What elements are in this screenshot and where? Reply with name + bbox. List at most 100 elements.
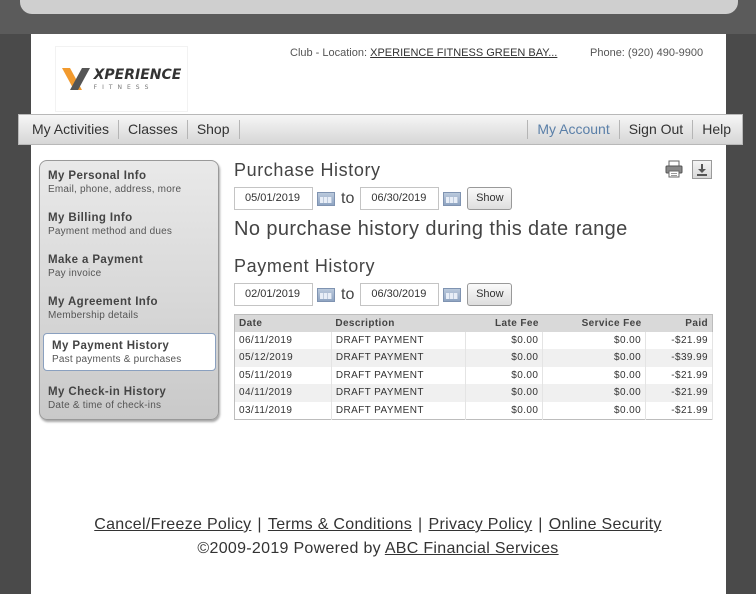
- column-header-late-fee: Late Fee: [465, 314, 543, 332]
- no-purchase-history-message: No purchase history during this date ran…: [234, 218, 628, 240]
- column-header-paid: Paid: [645, 314, 713, 332]
- column-header-description: Description: [331, 314, 466, 332]
- table-header-row: Date Description Late Fee Service Fee Pa…: [234, 314, 713, 332]
- cell-late-fee: $0.00: [465, 366, 544, 384]
- copyright-text: ©2009-2019 Powered by: [197, 540, 385, 557]
- cell-date: 05/11/2019: [234, 366, 332, 384]
- cell-service-fee: $0.00: [542, 401, 647, 419]
- account-sidebar: My Personal Info Email, phone, address, …: [39, 160, 219, 420]
- sidebar-item-title: My Agreement Info: [48, 296, 158, 308]
- nav-my-activities[interactable]: My Activities: [23, 120, 120, 139]
- nav-sign-out[interactable]: Sign Out: [620, 120, 694, 139]
- table-row: 06/11/2019 DRAFT PAYMENT $0.00 $0.00 -$2…: [234, 331, 713, 349]
- cell-late-fee: $0.00: [465, 384, 544, 402]
- purchase-history-heading: Purchase History: [234, 160, 381, 180]
- footer-separator: |: [418, 516, 423, 533]
- footer-copyright: ©2009-2019 Powered by ABC Financial Serv…: [0, 540, 756, 558]
- purchase-date-range: 05/01/2019 to 06/30/2019 Show: [234, 187, 513, 210]
- calendar-icon[interactable]: [443, 191, 462, 206]
- calendar-icon[interactable]: [443, 287, 462, 302]
- club-location-link[interactable]: XPERIENCE FITNESS GREEN BAY...: [370, 47, 557, 59]
- cell-late-fee: $0.00: [465, 331, 544, 349]
- browser-top-frame: [0, 0, 756, 34]
- cell-paid: -$21.99: [645, 384, 713, 402]
- payment-show-button[interactable]: Show: [467, 283, 513, 306]
- footer-link-online-security[interactable]: Online Security: [549, 516, 662, 533]
- footer-link-cancel-freeze[interactable]: Cancel/Freeze Policy: [94, 516, 251, 533]
- column-header-date: Date: [234, 314, 332, 332]
- cell-description: DRAFT PAYMENT: [331, 384, 466, 402]
- cell-date: 06/11/2019: [234, 331, 332, 349]
- cell-date: 05/12/2019: [234, 349, 332, 367]
- column-header-service-fee: Service Fee: [542, 314, 646, 332]
- club-phone: Phone: (920) 490-9900: [590, 47, 704, 59]
- sidebar-item-sub: Payment method and dues: [48, 226, 173, 237]
- sidebar-item-make-payment[interactable]: Make a Payment Pay invoice: [40, 253, 218, 280]
- footer-link-terms[interactable]: Terms & Conditions: [268, 516, 412, 533]
- download-icon[interactable]: [692, 160, 712, 179]
- footer-link-abc-financial[interactable]: ABC Financial Services: [385, 540, 559, 557]
- club-prefix: Club - Location:: [290, 47, 371, 59]
- cell-service-fee: $0.00: [542, 384, 647, 402]
- table-row: 03/11/2019 DRAFT PAYMENT $0.00 $0.00 -$2…: [234, 401, 713, 419]
- nav-help[interactable]: Help: [693, 120, 740, 139]
- calendar-icon[interactable]: [317, 191, 335, 206]
- cell-description: DRAFT PAYMENT: [331, 349, 466, 367]
- sidebar-item-checkin-history[interactable]: My Check-in History Date & time of check…: [40, 385, 218, 412]
- logo-x-icon: [61, 68, 90, 90]
- purchase-to-date-input[interactable]: 06/30/2019: [360, 187, 440, 210]
- main-nav: My Activities Classes Shop My Account Si…: [18, 114, 743, 145]
- cell-late-fee: $0.00: [465, 349, 544, 367]
- purchase-from-date-input[interactable]: 05/01/2019: [234, 187, 313, 210]
- sidebar-item-agreement-info[interactable]: My Agreement Info Membership details: [40, 295, 218, 322]
- cell-service-fee: $0.00: [542, 331, 647, 349]
- cell-service-fee: $0.00: [542, 349, 647, 367]
- sidebar-item-title: Make a Payment: [48, 254, 144, 266]
- print-icon[interactable]: [665, 160, 683, 178]
- sidebar-item-sub: Past payments & purchases: [52, 354, 182, 365]
- nav-shop[interactable]: Shop: [188, 120, 240, 139]
- sidebar-item-billing-info[interactable]: My Billing Info Payment method and dues: [40, 211, 218, 238]
- nav-my-account[interactable]: My Account: [527, 120, 620, 139]
- logo-sub: FITNESS: [93, 83, 154, 91]
- cell-date: 03/11/2019: [234, 401, 332, 419]
- table-row: 05/12/2019 DRAFT PAYMENT $0.00 $0.00 -$3…: [234, 349, 713, 367]
- cell-date: 04/11/2019: [234, 384, 332, 402]
- payment-to-date-input[interactable]: 06/30/2019: [360, 283, 440, 306]
- sidebar-item-sub: Membership details: [48, 310, 139, 321]
- purchase-to-label: to: [341, 189, 355, 207]
- sidebar-item-sub: Date & time of check-ins: [48, 400, 162, 411]
- cell-paid: -$21.99: [645, 366, 713, 384]
- sidebar-item-title: My Billing Info: [48, 212, 133, 224]
- cell-paid: -$21.99: [645, 401, 713, 419]
- sidebar-item-payment-history[interactable]: My Payment History Past payments & purch…: [43, 333, 216, 371]
- table-row: 05/11/2019 DRAFT PAYMENT $0.00 $0.00 -$2…: [234, 366, 713, 384]
- payment-history-heading: Payment History: [234, 256, 376, 276]
- cell-paid: -$21.99: [645, 331, 713, 349]
- logo-word: XPERIENCE: [93, 66, 182, 83]
- sidebar-item-sub: Email, phone, address, more: [48, 184, 182, 195]
- club-location: Club - Location: XPERIENCE FITNESS GREEN…: [290, 47, 557, 59]
- cell-paid: -$39.99: [645, 349, 713, 367]
- footer-links: Cancel/Freeze Policy | Terms & Conditions |…: [0, 516, 756, 534]
- cell-description: DRAFT PAYMENT: [331, 331, 466, 349]
- purchase-show-button[interactable]: Show: [467, 187, 513, 210]
- calendar-icon[interactable]: [317, 287, 335, 302]
- cell-service-fee: $0.00: [542, 366, 647, 384]
- browser-top-bar: [20, 0, 738, 14]
- payment-from-date-input[interactable]: 02/01/2019: [234, 283, 313, 306]
- sidebar-item-title: My Check-in History: [48, 386, 167, 398]
- sidebar-item-sub: Pay invoice: [48, 268, 102, 279]
- cell-description: DRAFT PAYMENT: [331, 366, 466, 384]
- sidebar-item-personal-info[interactable]: My Personal Info Email, phone, address, …: [40, 169, 218, 196]
- table-row: 04/11/2019 DRAFT PAYMENT $0.00 $0.00 -$2…: [234, 384, 713, 402]
- nav-classes[interactable]: Classes: [119, 120, 188, 139]
- footer-link-privacy[interactable]: Privacy Policy: [428, 516, 532, 533]
- cell-late-fee: $0.00: [465, 401, 544, 419]
- payment-history-table: Date Description Late Fee Service Fee Pa…: [234, 314, 713, 420]
- sidebar-item-title: My Personal Info: [48, 170, 147, 182]
- footer-separator: |: [257, 516, 262, 533]
- payment-date-range: 02/01/2019 to 06/30/2019 Show: [234, 283, 513, 306]
- payment-to-label: to: [341, 285, 355, 303]
- site-logo[interactable]: XPERIENCE FITNESS: [55, 46, 188, 112]
